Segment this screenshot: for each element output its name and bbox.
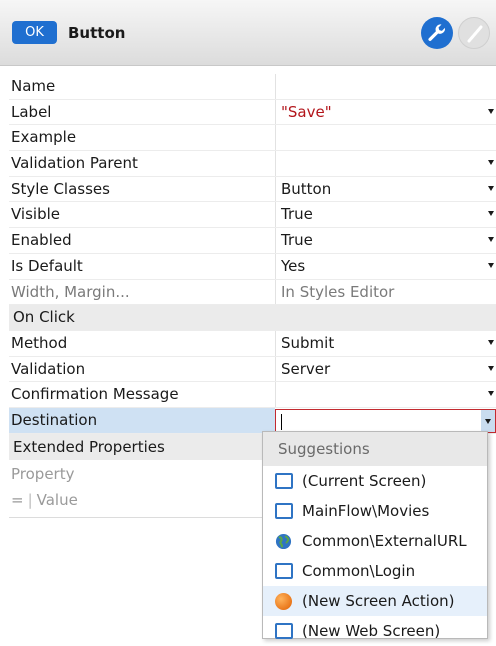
section-header-extended-properties: Extended Properties (9, 434, 266, 460)
chevron-down-icon[interactable] (488, 237, 494, 243)
chevron-down-icon[interactable] (488, 262, 494, 268)
suggestions-header: Suggestions (263, 432, 487, 466)
separator: | (27, 491, 33, 509)
column-divider (275, 279, 276, 305)
column-divider (275, 228, 276, 253)
property-row-width-margin: Width, Margin... In Styles Editor (9, 279, 496, 306)
column-divider (275, 125, 276, 151)
property-row-name[interactable]: Name (9, 74, 496, 100)
property-label: Confirmation Message (11, 385, 179, 404)
chevron-down-icon[interactable] (488, 211, 494, 217)
property-value: In Styles Editor (281, 282, 395, 301)
property-row-is-default[interactable]: Is Default Yes (9, 253, 496, 280)
property-row-label[interactable]: Label "Save" (9, 99, 496, 126)
suggestion-item[interactable]: Common\Login (263, 556, 487, 586)
chevron-down-icon (485, 418, 491, 424)
property-row-visible[interactable]: Visible True (9, 202, 496, 229)
chevron-down-icon[interactable] (488, 339, 494, 345)
property-value[interactable]: True (281, 228, 313, 253)
property-label: Example (11, 128, 77, 147)
destination-dropdown-button[interactable] (481, 409, 495, 432)
suggestion-label: (Current Screen) (302, 472, 427, 490)
property-row-destination[interactable]: Destination (9, 407, 496, 434)
extended-properties: Extended Properties Property = | Value (9, 434, 266, 518)
section-header-on-click: On Click (9, 305, 496, 331)
property-label: Enabled (11, 231, 72, 250)
suggestion-label: (New Screen Action) (302, 592, 455, 610)
widget-header: OK Button (0, 0, 496, 66)
column-divider (275, 330, 276, 356)
screen-icon (275, 623, 293, 639)
screen-icon (275, 473, 293, 489)
property-row-style-classes[interactable]: Style Classes Button (9, 176, 496, 203)
column-divider (275, 74, 276, 99)
property-label: Destination (11, 410, 98, 429)
chevron-down-icon[interactable] (488, 365, 494, 371)
suggestion-item[interactable]: (Current Screen) (263, 466, 487, 496)
property-label: Method (11, 333, 68, 352)
column-divider (275, 176, 276, 202)
property-value[interactable]: Yes (281, 254, 305, 279)
suggestion-label: (New Web Screen) (302, 622, 441, 640)
property-value[interactable]: Submit (281, 331, 334, 356)
column-divider (275, 202, 276, 228)
widget-title: Button (68, 24, 126, 42)
column-divider (275, 151, 276, 176)
property-row-confirmation-message[interactable]: Confirmation Message (9, 382, 496, 408)
widget-type-badge: OK (12, 21, 57, 44)
suggestion-label: Common\Login (302, 562, 416, 580)
suggestion-label: Common\ExternalURL (302, 532, 467, 550)
property-row-method[interactable]: Method Submit (9, 330, 496, 357)
property-value[interactable]: Server (281, 357, 330, 382)
property-label: Width, Margin... (11, 282, 130, 301)
extended-property-name-input[interactable]: Property (11, 465, 74, 483)
property-row-enabled[interactable]: Enabled True (9, 228, 496, 254)
screen-icon (275, 503, 293, 519)
property-label: Is Default (11, 256, 83, 275)
extended-property-value-input[interactable]: = | Value (11, 491, 78, 509)
chevron-down-icon[interactable] (488, 160, 494, 166)
screen-icon (275, 563, 293, 579)
property-value[interactable]: True (281, 202, 313, 227)
chevron-down-icon[interactable] (488, 391, 494, 397)
property-value[interactable]: Button (281, 177, 331, 202)
property-label: Style Classes (11, 179, 110, 198)
chevron-down-icon[interactable] (488, 185, 494, 191)
property-row-example[interactable]: Example (9, 125, 496, 152)
property-value[interactable]: "Save" (281, 100, 332, 125)
property-grid: Name Label "Save" Example Validation Par… (9, 74, 496, 434)
suggestion-item[interactable]: MainFlow\Movies (263, 496, 487, 526)
property-label: Visible (11, 205, 60, 224)
property-label: Validation Parent (11, 154, 138, 173)
property-label: Label (11, 102, 52, 121)
suggestion-label: MainFlow\Movies (302, 502, 430, 520)
value-placeholder: Value (36, 491, 78, 509)
destination-input[interactable] (275, 408, 496, 433)
disabled-toggle-icon[interactable] (458, 17, 490, 49)
column-divider (275, 253, 276, 279)
globe-icon (275, 533, 292, 550)
equals-sign: = (11, 491, 24, 509)
column-divider (275, 99, 276, 125)
screen-action-icon (275, 593, 292, 610)
suggestion-item[interactable]: Common\ExternalURL (263, 526, 487, 556)
property-label: Validation (11, 359, 86, 378)
suggestion-item[interactable]: (New Web Screen) (263, 616, 487, 646)
property-label: Name (11, 77, 56, 95)
suggestions-dropdown: Suggestions (Current Screen) MainFlow\Mo… (262, 431, 488, 640)
text-caret (281, 413, 282, 430)
property-row-validation-parent[interactable]: Validation Parent (9, 151, 496, 177)
section-label: On Click (13, 308, 75, 327)
column-divider (275, 382, 276, 407)
property-row-validation[interactable]: Validation Server (9, 356, 496, 383)
wrench-icon[interactable] (421, 17, 453, 49)
suggestion-item-highlighted[interactable]: (New Screen Action) (263, 586, 487, 616)
column-divider (275, 356, 276, 382)
chevron-down-icon[interactable] (488, 108, 494, 114)
